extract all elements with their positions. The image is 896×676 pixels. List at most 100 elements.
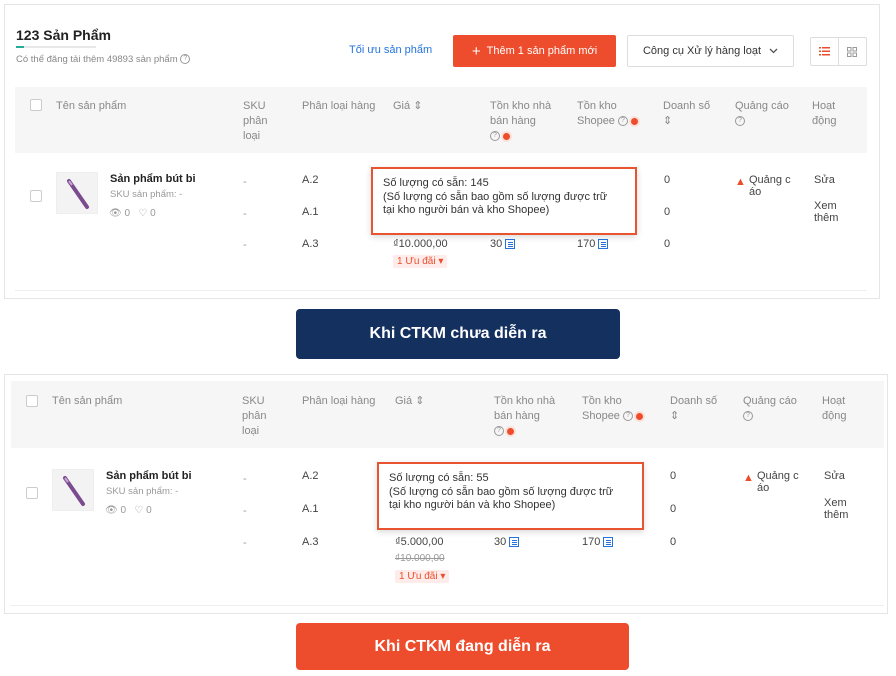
row-checkbox[interactable] (30, 190, 42, 202)
heart-icon: ♡ (134, 505, 144, 516)
seller-stock-value[interactable]: 30 (490, 238, 516, 250)
caret-down-icon: ▾ (438, 256, 444, 267)
plus-icon: + (471, 42, 481, 60)
product-name[interactable]: Sản phẩm bút bi (110, 173, 196, 185)
eye-icon: 👁︎ (109, 208, 122, 219)
sort-icon: ⇕ (415, 395, 425, 407)
new-badge-dot (507, 427, 515, 435)
variant-price: ₫10.000,00 (393, 238, 448, 250)
promotion-badge[interactable]: 1 Ưu đãi ▾ (393, 255, 448, 268)
sort-icon: ⇕ (413, 100, 423, 112)
original-price: ₫10.000,00 (395, 553, 445, 564)
sort-icon: ⇕ (663, 115, 673, 127)
stock-tooltip: Số lượng có sẵn: 55 (Số lượng có sẵn bao… (377, 462, 644, 530)
col-product-name: Tên sản phẩm (52, 395, 123, 407)
select-all-checkbox[interactable] (30, 99, 42, 111)
col-sku: SKU phân loại (243, 100, 268, 142)
ads-link[interactable]: ▲ Quảng c áo (735, 174, 791, 198)
product-name[interactable]: Sản phẩm bút bi (106, 470, 192, 482)
help-icon: ? (735, 116, 745, 127)
col-product-name: Tên sản phẩm (56, 100, 127, 112)
col-ads: Quảng cáo? (735, 100, 789, 127)
col-sales[interactable]: Doanh số ⇕ (663, 99, 710, 129)
col-price[interactable]: Giá ⇕ (395, 394, 424, 409)
eye-icon: 👁︎ (105, 505, 118, 516)
sku-value: - (243, 537, 247, 549)
quota-progress-bar (16, 46, 96, 48)
stock-detail-icon[interactable] (603, 537, 614, 548)
shopee-stock-value[interactable]: 170 (577, 238, 609, 250)
stock-detail-icon[interactable] (598, 239, 609, 250)
grid-view-icon[interactable] (839, 38, 866, 65)
add-product-button[interactable]: + Thêm 1 sản phẩm mới (453, 35, 616, 67)
product-sku: SKU sản phẩm: - (110, 189, 183, 200)
status-banner-during: Khi CTKM đang diễn ra (296, 623, 629, 670)
variant-name: A.1 (302, 206, 319, 218)
col-shopee-stock: Tồn kho Shopee ? (582, 394, 644, 424)
col-action: Hoạt động (822, 395, 847, 422)
status-banner-before: Khi CTKM chưa diễn ra (296, 309, 620, 359)
col-seller-stock: Tồn kho nhà bán hàng? (490, 100, 552, 142)
optimize-products-link[interactable]: Tối ưu sản phẩm (349, 44, 432, 56)
col-sku: SKU phân loại (242, 395, 267, 437)
help-icon: ? (743, 411, 753, 422)
edit-link[interactable]: Sửa (814, 174, 835, 186)
col-shopee-stock: Tồn kho Shopee ? (577, 99, 639, 129)
sku-value: - (243, 208, 247, 220)
heart-icon: ♡ (138, 208, 148, 219)
rocket-icon: ▲ (735, 176, 746, 188)
shopee-stock-value[interactable]: 170 (582, 536, 614, 548)
see-more-link[interactable]: Xem thêm (824, 497, 848, 521)
product-thumbnail[interactable] (52, 469, 94, 511)
sales-value: 0 (670, 503, 677, 515)
chevron-down-icon (769, 48, 778, 54)
row-divider (15, 290, 867, 291)
sales-value: 0 (670, 536, 677, 548)
col-sales[interactable]: Doanh số ⇕ (670, 394, 717, 424)
variant-price: ₫5.000,00 (395, 536, 444, 548)
edit-link[interactable]: Sửa (824, 470, 845, 482)
col-seller-stock: Tồn kho nhà bán hàng? (494, 395, 556, 437)
product-sku: SKU sản phẩm: - (106, 486, 179, 497)
sales-value: 0 (664, 174, 671, 186)
stock-detail-icon[interactable] (505, 239, 516, 250)
bulk-tools-dropdown[interactable]: Công cụ Xử lý hàng loạt (627, 35, 794, 67)
select-all-checkbox[interactable] (26, 395, 38, 407)
product-count-title: 123 Sản Phẩm (16, 27, 111, 43)
col-ads: Quảng cáo? (743, 395, 797, 422)
view-toggle (810, 37, 867, 66)
product-thumbnail[interactable] (56, 172, 98, 214)
help-icon: ? (494, 426, 504, 437)
variant-name: A.3 (302, 238, 319, 250)
list-view-icon[interactable] (811, 38, 839, 65)
sort-icon: ⇕ (670, 410, 680, 422)
promotion-badge[interactable]: 1 Ưu đãi ▾ (395, 570, 450, 583)
ads-link[interactable]: ▲ Quảng c áo (743, 470, 799, 494)
see-more-link[interactable]: Xem thêm (814, 200, 838, 224)
sku-value: - (243, 176, 247, 188)
sku-value: - (243, 239, 247, 251)
stock-detail-icon[interactable] (509, 537, 520, 548)
caret-down-icon: ▾ (440, 571, 446, 582)
variant-name: A.3 (302, 536, 319, 548)
seller-stock-value[interactable]: 30 (494, 536, 520, 548)
help-icon: ? (623, 411, 633, 422)
variant-name: A.2 (302, 174, 319, 186)
product-stats: 👁︎ 0 ♡ 0 (109, 208, 156, 219)
product-stats: 👁︎ 0 ♡ 0 (105, 505, 152, 516)
col-price[interactable]: Giá ⇕ (393, 99, 422, 114)
col-action: Hoạt động (812, 100, 837, 127)
variant-name: A.2 (302, 470, 319, 482)
help-icon: ? (180, 54, 191, 65)
sales-value: 0 (664, 206, 671, 218)
row-divider (11, 605, 884, 606)
sales-value: 0 (664, 238, 671, 250)
help-icon: ? (618, 116, 628, 127)
row-checkbox[interactable] (26, 487, 38, 499)
variant-name: A.1 (302, 503, 319, 515)
col-variant: Phân loại hàng (302, 100, 376, 112)
col-variant: Phân loại hàng (302, 395, 376, 407)
stock-tooltip: Số lượng có sẵn: 145 (Số lượng có sẵn ba… (371, 167, 637, 235)
upload-quota-text: Có thể đăng tải thêm 49893 sản phẩm ? (16, 54, 191, 65)
help-icon: ? (490, 131, 500, 142)
